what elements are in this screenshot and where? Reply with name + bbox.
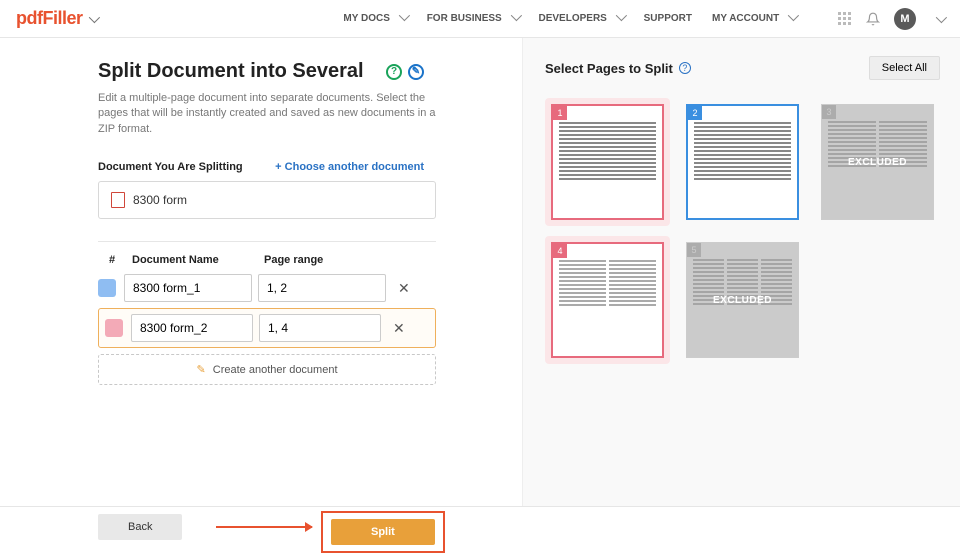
right-panel: Select Pages to Split ? Select All 1 2 3 (522, 38, 960, 506)
back-button[interactable]: Back (98, 514, 182, 540)
page-description: Edit a multiple-page document into separ… (98, 91, 438, 137)
chevron-down-icon[interactable] (936, 11, 947, 22)
remove-row-icon[interactable]: ✕ (393, 320, 405, 337)
footer: Back Split (0, 506, 960, 546)
table-header: # Document Name Page range (98, 254, 522, 274)
chevron-down-icon (615, 10, 626, 21)
page-thumb-1[interactable]: 1 (545, 98, 670, 226)
logo[interactable]: pdfFiller (16, 8, 83, 29)
page-thumb-3[interactable]: 3 EXCLUDED (815, 98, 940, 226)
feedback-icon[interactable]: ✎ (408, 64, 424, 80)
top-bar: pdfFiller MY DOCS FOR BUSINESS DEVELOPER… (0, 0, 960, 38)
col-num: # (98, 254, 126, 266)
chevron-down-icon (788, 10, 799, 21)
create-another-button[interactable]: ✎ Create another document (98, 354, 436, 385)
remove-row-icon[interactable]: ✕ (398, 280, 410, 297)
page-number-badge: 2 (688, 106, 702, 120)
page-range-input[interactable] (259, 314, 381, 342)
bell-icon[interactable] (866, 12, 880, 26)
page-title: Split Document into Several (98, 60, 364, 83)
col-range: Page range (258, 254, 386, 266)
document-name-input[interactable] (131, 314, 253, 342)
nav-mydocs[interactable]: MY DOCS (343, 13, 406, 24)
chevron-down-icon[interactable] (88, 11, 99, 22)
page-grid: 1 2 3 EXCLUDED 4 (545, 98, 940, 364)
right-title: Select Pages to Split (545, 61, 673, 76)
nav-right: M (838, 8, 944, 30)
pencil-icon: ✎ (196, 364, 205, 376)
nav-developers[interactable]: DEVELOPERS (539, 13, 624, 24)
split-button[interactable]: Split (331, 519, 435, 545)
source-document-name: 8300 form (133, 193, 187, 207)
main-nav: MY DOCS FOR BUSINESS DEVELOPERS SUPPORT … (343, 8, 944, 30)
nav-business[interactable]: FOR BUSINESS (427, 13, 519, 24)
annotation-arrow (216, 526, 312, 528)
apps-grid-icon[interactable] (838, 12, 852, 26)
annotation-highlight: Split (321, 511, 445, 553)
nav-support[interactable]: SUPPORT (644, 13, 692, 24)
color-swatch[interactable] (98, 279, 116, 297)
split-row-2: ✕ (98, 308, 436, 348)
chevron-down-icon (510, 10, 521, 21)
page-number-badge: 1 (553, 106, 567, 120)
avatar[interactable]: M (894, 8, 916, 30)
page-thumb-4[interactable]: 4 (545, 236, 670, 364)
nav-account[interactable]: MY ACCOUNT (712, 13, 796, 24)
color-swatch[interactable] (105, 319, 123, 337)
help-icon[interactable]: ? (386, 64, 402, 80)
page-number-badge: 4 (553, 244, 567, 258)
splitting-label: Document You Are Splitting (98, 161, 243, 173)
source-document-box: 8300 form (98, 181, 436, 219)
left-panel: Split Document into Several ? ✎ Edit a m… (0, 38, 522, 506)
chevron-down-icon (398, 10, 409, 21)
page-range-input[interactable] (258, 274, 386, 302)
excluded-overlay: EXCLUDED (687, 243, 798, 357)
page-thumb-5[interactable]: 5 EXCLUDED (680, 236, 805, 364)
excluded-overlay: EXCLUDED (822, 105, 933, 219)
divider (98, 241, 436, 242)
col-name: Document Name (126, 254, 258, 266)
split-row-1: ✕ (98, 274, 436, 302)
choose-another-link[interactable]: + Choose another document (275, 161, 424, 173)
page-thumb-2[interactable]: 2 (680, 98, 805, 226)
document-name-input[interactable] (124, 274, 252, 302)
select-all-button[interactable]: Select All (869, 56, 940, 80)
info-icon[interactable]: ? (679, 62, 691, 74)
pdf-icon (111, 192, 125, 208)
